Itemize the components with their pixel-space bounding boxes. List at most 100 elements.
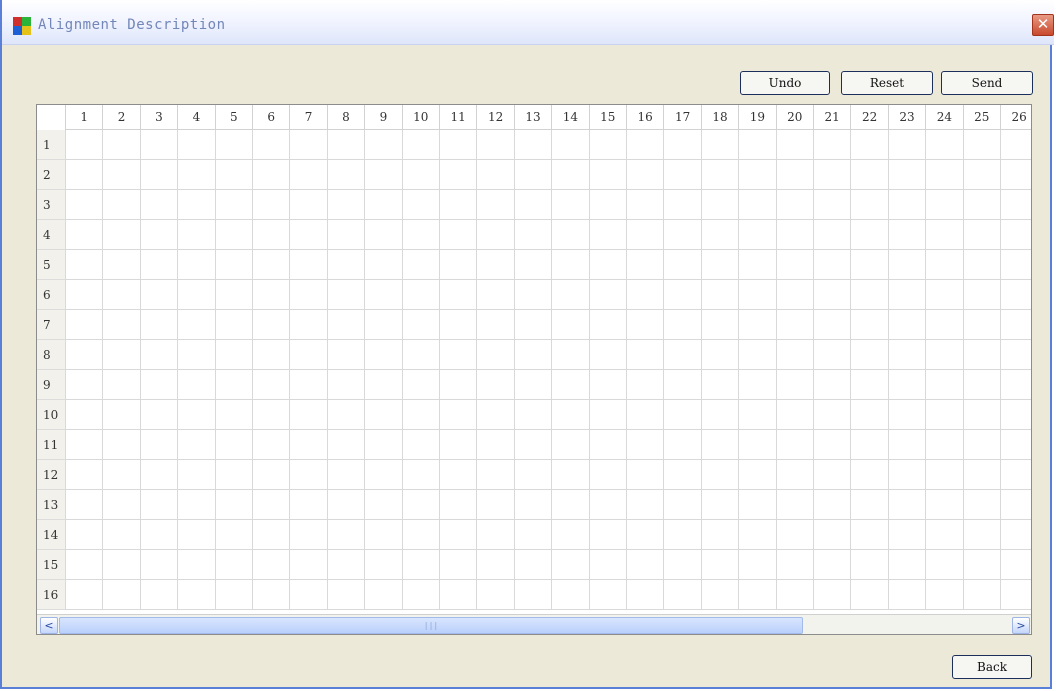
grid-cell[interactable]: [139, 190, 178, 220]
grid-cell[interactable]: [326, 370, 365, 400]
grid-cell[interactable]: [214, 220, 252, 250]
grid-cell[interactable]: [626, 340, 664, 370]
grid-cell[interactable]: [850, 310, 888, 340]
grid-cell[interactable]: [813, 160, 851, 190]
grid-cell[interactable]: [364, 160, 402, 190]
grid-cell[interactable]: [401, 220, 439, 250]
grid-cell[interactable]: [401, 460, 439, 490]
grid-cell[interactable]: [887, 460, 926, 490]
grid-cell[interactable]: [364, 550, 402, 580]
grid-cell[interactable]: [364, 280, 402, 310]
grid-cell[interactable]: [139, 430, 178, 460]
grid-cell[interactable]: [401, 340, 439, 370]
grid-cell[interactable]: [65, 580, 103, 610]
grid-cell[interactable]: [1000, 370, 1031, 400]
grid-cell[interactable]: [214, 520, 252, 550]
grid-cell[interactable]: [1000, 280, 1031, 310]
grid-cell[interactable]: [738, 460, 776, 490]
grid-cell[interactable]: [551, 520, 589, 550]
grid-cell[interactable]: [588, 490, 626, 520]
grid-cell[interactable]: [439, 310, 477, 340]
grid-cell[interactable]: [476, 490, 514, 520]
grid-cell[interactable]: [775, 460, 813, 490]
grid-cell[interactable]: [887, 340, 926, 370]
grid-cell[interactable]: [214, 130, 252, 160]
grid-cell[interactable]: [1000, 490, 1031, 520]
grid-cell[interactable]: [252, 520, 290, 550]
grid-cell[interactable]: [513, 220, 552, 250]
grid-cell[interactable]: [551, 460, 589, 490]
grid-cell[interactable]: [439, 430, 477, 460]
grid-cell[interactable]: [513, 130, 552, 160]
grid-cell[interactable]: [401, 310, 439, 340]
grid-cell[interactable]: [214, 460, 252, 490]
grid-cell[interactable]: [65, 400, 103, 430]
horizontal-scrollbar[interactable]: < ||| >: [37, 614, 1031, 634]
grid-cell[interactable]: [887, 160, 926, 190]
grid-cell[interactable]: [626, 130, 664, 160]
grid-cell[interactable]: [738, 370, 776, 400]
grid-cell[interactable]: [252, 250, 290, 280]
scroll-thumb[interactable]: |||: [59, 617, 803, 634]
grid-cell[interactable]: [139, 310, 178, 340]
grid-cell[interactable]: [102, 490, 140, 520]
grid-cell[interactable]: [214, 310, 252, 340]
grid-cell[interactable]: [775, 250, 813, 280]
grid-cell[interactable]: [588, 310, 626, 340]
grid-cell[interactable]: [289, 340, 327, 370]
grid-cell[interactable]: [513, 160, 552, 190]
grid-cell[interactable]: [850, 490, 888, 520]
grid-cell[interactable]: [700, 220, 739, 250]
grid-cell[interactable]: [738, 160, 776, 190]
grid-cell[interactable]: [813, 370, 851, 400]
grid-cell[interactable]: [925, 250, 963, 280]
grid-cell[interactable]: [214, 340, 252, 370]
grid-cell[interactable]: [663, 580, 701, 610]
grid-cell[interactable]: [65, 460, 103, 490]
grid-cell[interactable]: [326, 160, 365, 190]
grid-cell[interactable]: [887, 310, 926, 340]
grid-cell[interactable]: [850, 130, 888, 160]
grid-cell[interactable]: [252, 220, 290, 250]
grid-cell[interactable]: [700, 550, 739, 580]
grid-cell[interactable]: [551, 580, 589, 610]
grid-cell[interactable]: [700, 130, 739, 160]
grid-cell[interactable]: [139, 340, 178, 370]
grid-cell[interactable]: [476, 130, 514, 160]
grid-cell[interactable]: [177, 280, 215, 310]
grid-cell[interactable]: [214, 490, 252, 520]
grid-cell[interactable]: [775, 340, 813, 370]
grid-cell[interactable]: [887, 520, 926, 550]
grid-cell[interactable]: [476, 460, 514, 490]
grid-cell[interactable]: [588, 190, 626, 220]
grid-cell[interactable]: [887, 430, 926, 460]
grid-cell[interactable]: [1000, 340, 1031, 370]
grid-cell[interactable]: [626, 220, 664, 250]
grid-cell[interactable]: [65, 550, 103, 580]
grid-cell[interactable]: [289, 280, 327, 310]
grid-cell[interactable]: [177, 550, 215, 580]
grid-cell[interactable]: [850, 580, 888, 610]
grid-cell[interactable]: [364, 460, 402, 490]
grid-cell[interactable]: [252, 400, 290, 430]
grid-cell[interactable]: [962, 280, 1000, 310]
grid-cell[interactable]: [102, 220, 140, 250]
grid-cell[interactable]: [513, 250, 552, 280]
grid-cell[interactable]: [1000, 220, 1031, 250]
grid-cell[interactable]: [551, 250, 589, 280]
grid-cell[interactable]: [588, 520, 626, 550]
grid-cell[interactable]: [326, 460, 365, 490]
grid-cell[interactable]: [476, 550, 514, 580]
grid-cell[interactable]: [139, 550, 178, 580]
grid-cell[interactable]: [962, 310, 1000, 340]
grid-cell[interactable]: [813, 250, 851, 280]
grid-cell[interactable]: [850, 400, 888, 430]
grid-cell[interactable]: [775, 580, 813, 610]
grid-cell[interactable]: [813, 580, 851, 610]
grid-cell[interactable]: [65, 130, 103, 160]
grid-cell[interactable]: [252, 460, 290, 490]
grid-cell[interactable]: [1000, 550, 1031, 580]
grid-cell[interactable]: [65, 160, 103, 190]
grid-cell[interactable]: [775, 220, 813, 250]
grid-cell[interactable]: [850, 280, 888, 310]
